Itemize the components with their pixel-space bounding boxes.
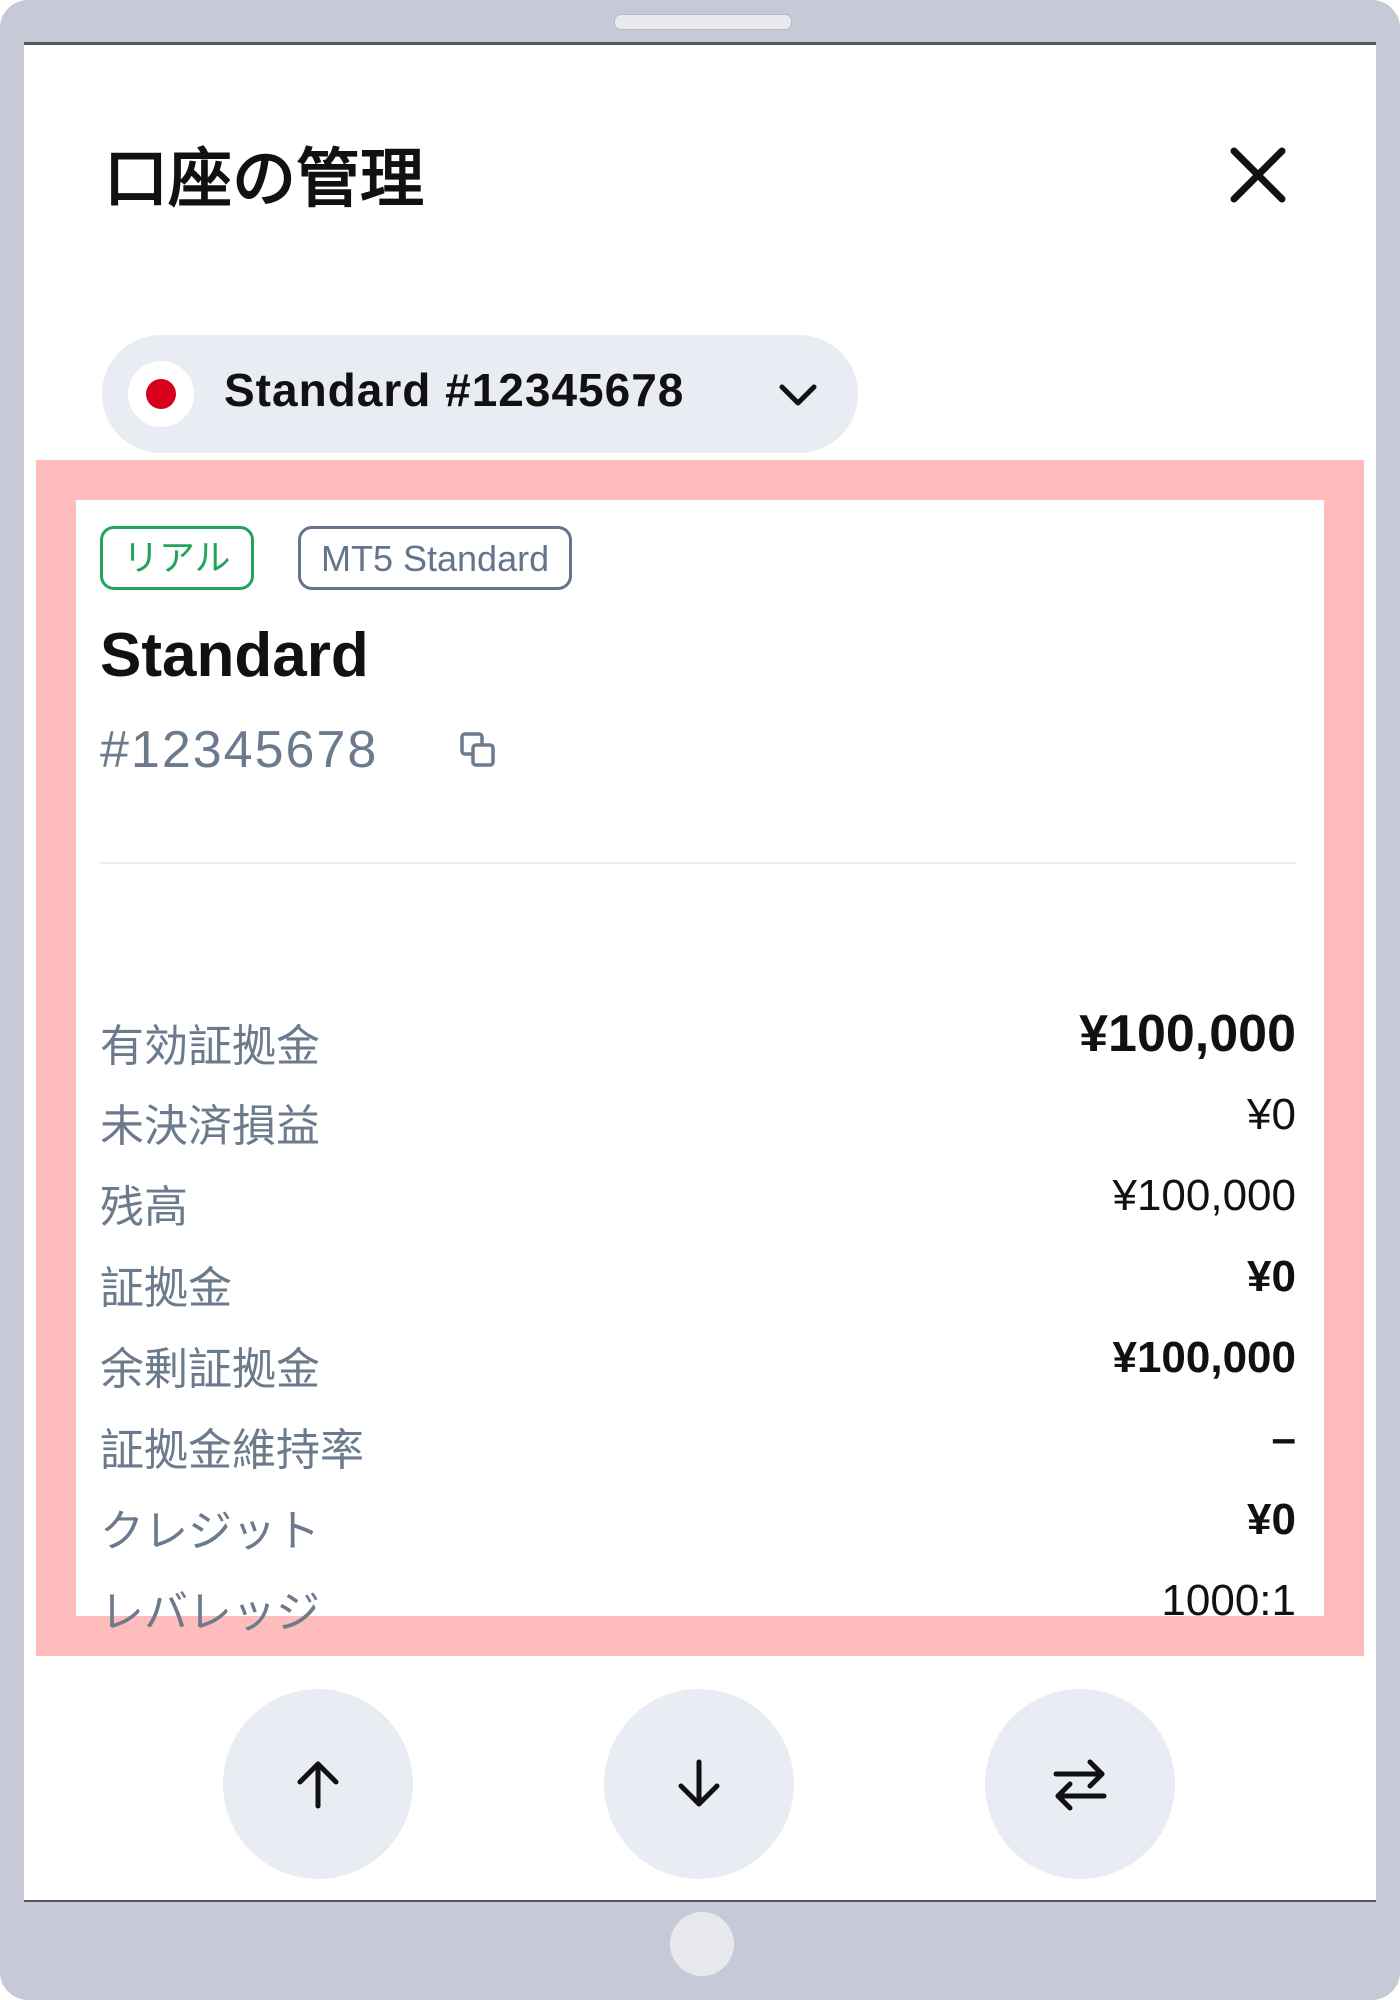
withdraw-button[interactable] [604,1689,794,1879]
row-value: ¥100,000 [1112,1333,1296,1382]
transfer-button[interactable] [985,1689,1175,1879]
row-label: クレジット [100,1506,320,1557]
row-label: 残高 [100,1182,188,1233]
row-value: ¥0 [1247,1090,1296,1139]
real-badge: リアル [100,526,254,590]
account-name: Standard [100,621,369,690]
row-margin: 証拠金 ¥0 [100,1252,1296,1314]
row-value: ¥100,000 [1112,1171,1296,1220]
account-selector-label: Standard #12345678 [224,364,685,416]
deposit-button[interactable] [223,1689,413,1879]
transfer-arrows-icon [1053,1759,1107,1811]
account-card: リアル MT5 Standard Standard #12345678 有効証拠… [76,500,1324,1638]
row-label: 証拠金 [100,1263,232,1314]
row-value: 1000:1 [1161,1576,1296,1625]
account-selector[interactable]: Standard #12345678 [102,335,858,453]
divider [100,862,1296,864]
row-label: レバレッジ [100,1587,320,1638]
row-equity: 有効証拠金 ¥100,000 [100,1005,1296,1072]
device-speaker [614,14,792,30]
arrow-up-icon [297,1761,339,1809]
row-label: 余剰証拠金 [100,1344,320,1395]
row-value: ¥0 [1247,1495,1296,1544]
row-value: – [1271,1414,1296,1463]
row-balance: 残高 ¥100,000 [100,1171,1296,1233]
chevron-down-icon [779,384,817,406]
row-label: 未決済損益 [100,1101,320,1152]
row-label: 証拠金維持率 [100,1425,364,1476]
page-title: 口座の管理 [104,143,424,217]
platform-badge: MT5 Standard [298,526,573,590]
device-frame: 口座の管理 Standard #12345678 リアル MT5 Standar… [0,0,1400,2000]
home-button[interactable] [670,1912,734,1976]
row-value: ¥100,000 [1079,1005,1296,1063]
row-value: ¥0 [1247,1252,1296,1301]
arrow-down-icon [678,1759,720,1807]
account-number: #12345678 [100,721,379,779]
close-icon[interactable] [1218,135,1298,215]
row-credit: クレジット ¥0 [100,1495,1296,1557]
copy-icon[interactable] [458,730,498,770]
row-free-margin: 余剰証拠金 ¥100,000 [100,1333,1296,1395]
row-leverage: レバレッジ 1000:1 [100,1576,1296,1638]
row-unrealized-pl: 未決済損益 ¥0 [100,1090,1296,1152]
screen: 口座の管理 Standard #12345678 リアル MT5 Standar… [24,42,1376,1902]
japan-flag-icon [128,361,194,427]
row-margin-level: 証拠金維持率 – [100,1414,1296,1476]
row-label: 有効証拠金 [100,1021,320,1072]
